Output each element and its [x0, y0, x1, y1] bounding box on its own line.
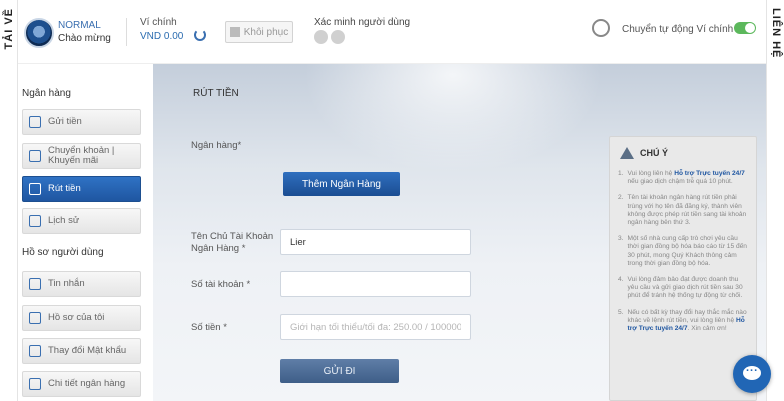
add-bank-button[interactable]: Thêm Ngân Hàng	[283, 172, 400, 196]
notice-box: CHÚ Ý 1. Vui lòng liên hệ Hỗ trợ Trực tu…	[609, 136, 757, 401]
auto-transfer-icon	[592, 19, 610, 37]
member-level: NORMAL	[58, 20, 101, 31]
auto-transfer-toggle[interactable]	[734, 22, 756, 34]
deposit-icon	[29, 116, 41, 128]
notice-list: 1. Vui lòng liên hệ Hỗ trợ Trực tuyến 24…	[618, 170, 748, 341]
account-header: NORMAL Chào mừng Ví chính VND 0.00 Khôi …	[18, 0, 766, 64]
transfer-promo-icon	[29, 150, 41, 162]
key-icon	[29, 345, 41, 357]
sidebar-item-label: Lịch sử	[48, 215, 80, 226]
verify-user-label: Xác minh người dùng	[314, 17, 411, 28]
wallet-label: Ví chính	[140, 17, 177, 28]
live-chat-button[interactable]	[733, 355, 771, 393]
notice-item: 2. Tên tài khoản ngân hàng rút tiền phải…	[618, 194, 747, 227]
download-tab-label: TẢI VỀ	[3, 8, 15, 50]
contact-side-tab[interactable]: LIÊN HỆ	[766, 0, 784, 401]
amount-field[interactable]	[280, 314, 471, 340]
sidebar-item-withdraw[interactable]: Rút tiền	[22, 176, 141, 202]
sidebar-item-change-password[interactable]: Thay đổi Mật khẩu	[22, 338, 141, 364]
notice-item: 4. Vui lòng đảm bảo đạt được doanh thu y…	[618, 276, 743, 300]
restore-label: Khôi phục	[243, 26, 289, 38]
sidebar-item-deposit[interactable]: Gửi tiền	[22, 109, 141, 135]
account-number-label: Số tài khoản *	[191, 279, 251, 290]
header-divider	[126, 18, 127, 46]
bank-section-title: Ngân hàng	[22, 88, 71, 99]
warning-icon	[620, 147, 634, 159]
account-number-field[interactable]	[280, 271, 471, 297]
submit-button[interactable]: GỬI ĐI	[280, 359, 399, 383]
sidebar-item-label: Chi tiết ngân hàng	[48, 378, 126, 389]
sidebar-item-label: Chuyển khoản | Khuyến mãi	[48, 145, 115, 166]
notice-item: 3. Một số nhà cung cấp trò chơi yêu cầu …	[618, 235, 747, 267]
wallet-balance: VND 0.00	[140, 31, 184, 42]
verify-icons	[314, 30, 345, 44]
refresh-icon[interactable]	[194, 29, 206, 41]
bank-label: Ngân hàng*	[191, 140, 242, 151]
profile-section-title: Hồ sơ người dùng	[22, 247, 104, 258]
sidebar-item-label: Gửi tiền	[48, 116, 82, 127]
account-name-field[interactable]	[280, 229, 471, 255]
support-link[interactable]: Hỗ trợ Trực tuyến 24/7	[674, 170, 745, 177]
restore-button[interactable]: Khôi phục	[225, 21, 293, 43]
sidebar-item-messages[interactable]: Tin nhắn	[22, 271, 141, 297]
sidebar-item-label: Thay đổi Mật khẩu	[48, 345, 127, 356]
notice-title: CHÚ Ý	[640, 148, 669, 158]
page-title: RÚT TIỀN	[193, 88, 239, 99]
notice-item: 5. Nếu có bất kỳ thay đổi hay thắc mắc n…	[618, 308, 747, 333]
notice-header: CHÚ Ý	[620, 147, 668, 159]
greeting-text: Chào mừng	[58, 33, 111, 44]
withdraw-icon	[29, 183, 41, 195]
avatar	[24, 18, 54, 48]
sidebar: Ngân hàng Gửi tiền Chuyển khoản | Khuyến…	[18, 64, 153, 401]
sidebar-item-label: Tin nhắn	[48, 278, 85, 289]
profile-icon	[29, 312, 41, 324]
email-verify-icon[interactable]	[331, 30, 345, 44]
download-side-tab[interactable]: TẢI VỀ	[0, 0, 18, 401]
phone-verify-icon[interactable]	[314, 30, 328, 44]
sidebar-item-bank-details[interactable]: Chi tiết ngân hàng	[22, 371, 141, 397]
mail-icon	[29, 278, 41, 290]
sidebar-item-label: Hồ sơ của tôi	[48, 312, 105, 323]
withdraw-panel: RÚT TIỀN Ngân hàng* Thêm Ngân Hàng Tên C…	[153, 64, 766, 401]
sidebar-item-label: Rút tiền	[48, 183, 81, 194]
bank-icon	[29, 378, 41, 390]
sidebar-item-my-profile[interactable]: Hồ sơ của tôi	[22, 305, 141, 331]
notice-item: 1. Vui lòng liên hệ Hỗ trợ Trực tuyến 24…	[618, 170, 745, 186]
contact-tab-label: LIÊN HỆ	[770, 8, 782, 59]
sidebar-item-transfer-promo[interactable]: Chuyển khoản | Khuyến mãi	[22, 143, 141, 169]
amount-label: Số tiền *	[191, 322, 227, 333]
history-icon	[29, 215, 41, 227]
sidebar-item-history[interactable]: Lịch sử	[22, 208, 141, 234]
restore-icon	[229, 27, 240, 37]
auto-transfer-label: Chuyển tự động Ví chính	[622, 24, 734, 35]
account-name-label: Tên Chủ Tài Khoản Ngân Hàng *	[191, 231, 274, 254]
